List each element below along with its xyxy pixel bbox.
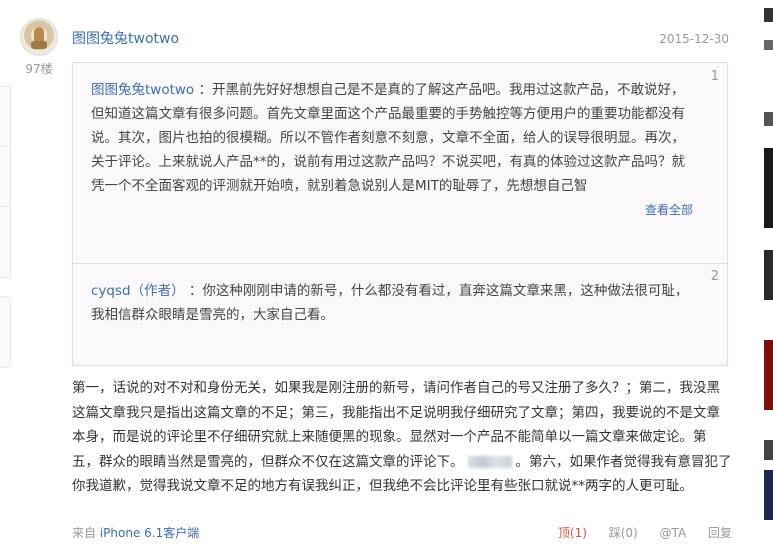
comment-date: 2015-12-30 xyxy=(659,32,729,46)
left-edge-tab xyxy=(0,86,11,148)
right-edge-fragment xyxy=(764,440,773,460)
right-edge-panel xyxy=(758,0,773,560)
source-prefix: 来自 xyxy=(72,526,97,540)
avatar-figure-base xyxy=(31,41,47,49)
quote-item: 图图兔兔twotwo ：开黑前先好好想想自己是不是真的了解这产品吧。我用过这款产… xyxy=(91,78,691,198)
comment-footer: 来自 iPhone 6.1客户端 顶(1) 踩(0) @TA 回复 xyxy=(72,524,732,544)
right-edge-image xyxy=(764,340,773,410)
quote-item: cyqsd（作者） ：你这种刚刚申请的新号，什么都没有看过，直奔这篇文章来黑，这… xyxy=(91,279,691,327)
right-edge-image xyxy=(764,250,773,300)
quote-index: 2 xyxy=(710,269,719,284)
right-edge-image xyxy=(764,148,773,228)
quote-author-link[interactable]: cyqsd（作者） xyxy=(91,283,185,299)
upvote-button[interactable]: 顶(1) xyxy=(558,526,587,540)
right-edge-image xyxy=(764,470,773,520)
view-all-link[interactable]: 查看全部 xyxy=(645,201,693,218)
quote-text: 开黑前先好好想想自己是不是真的了解这产品吧。我用过这款产品，不敢说好，但知道这篇… xyxy=(91,82,685,194)
right-edge-fragment xyxy=(764,112,773,126)
comment-username[interactable]: 图图兔兔twotwo xyxy=(72,28,179,48)
avatar[interactable] xyxy=(20,18,58,56)
source-client-link[interactable]: iPhone 6.1客户端 xyxy=(100,526,199,540)
reply-button[interactable]: 回复 xyxy=(708,526,732,540)
floor-number: 97楼 xyxy=(25,62,53,76)
right-edge-fragment xyxy=(764,8,773,22)
left-edge-panel xyxy=(0,0,11,560)
right-edge-fragment xyxy=(764,40,773,50)
quote-separator: ： xyxy=(188,283,203,299)
comment-actions: 顶(1) 踩(0) @TA 回复 xyxy=(540,524,732,541)
quote-index: 1 xyxy=(710,69,719,84)
source-info: 来自 iPhone 6.1客户端 xyxy=(72,524,199,541)
downvote-button[interactable]: 踩(0) xyxy=(609,526,638,540)
quote-separator: ： xyxy=(198,82,213,98)
quoted-replies: 1 图图兔兔twotwo ：开黑前先好好想想自己是不是真的了解这产品吧。我用过这… xyxy=(72,62,728,366)
left-edge-tab xyxy=(0,146,11,208)
quote-author-link[interactable]: 图图兔兔twotwo xyxy=(91,82,194,98)
blurred-redaction xyxy=(467,455,512,468)
mention-button[interactable]: @TA xyxy=(660,526,687,540)
quote-divider xyxy=(73,263,727,264)
comment-body: 第一，话说的对不对和身份无关，如果我是刚注册的新号，请问作者自己的号又注册了多久… xyxy=(72,376,732,499)
left-edge-tab xyxy=(0,296,11,368)
left-edge-tab xyxy=(0,206,11,278)
